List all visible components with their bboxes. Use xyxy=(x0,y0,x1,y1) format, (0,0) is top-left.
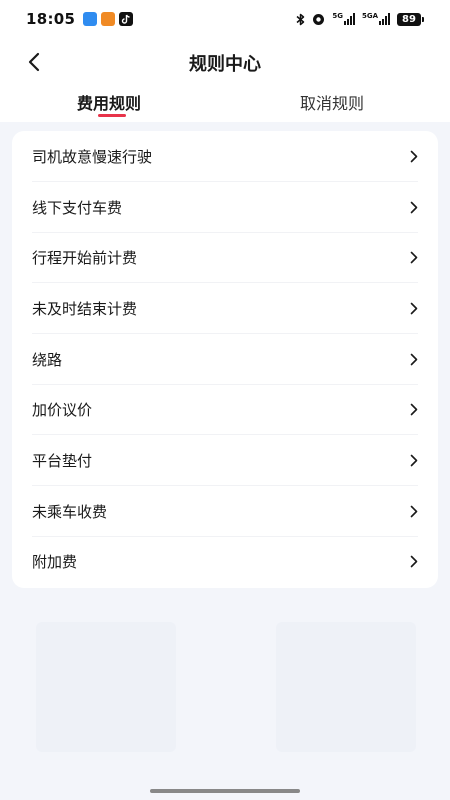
rule-item-price-negotiation[interactable]: 加价议价 xyxy=(12,384,438,435)
rule-item-late-end-billing[interactable]: 未及时结束计费 xyxy=(12,283,438,334)
tab-fee-rules[interactable]: 费用规则 xyxy=(77,90,141,114)
home-indicator[interactable] xyxy=(150,789,300,793)
chevron-right-icon xyxy=(410,150,418,163)
active-tab-indicator xyxy=(98,114,126,117)
chevron-right-icon xyxy=(410,353,418,366)
battery-icon: 89 xyxy=(397,12,421,26)
rule-item-label: 未乘车收费 xyxy=(32,503,108,521)
rule-item-label: 行程开始前计费 xyxy=(32,249,138,267)
rule-item-no-ride-charge[interactable]: 未乘车收费 xyxy=(12,486,438,537)
rule-item-label: 加价议价 xyxy=(32,401,93,419)
chevron-right-icon xyxy=(410,555,418,568)
chevron-right-icon xyxy=(410,201,418,214)
tiktok-icon xyxy=(119,12,134,26)
rule-item-label: 平台垫付 xyxy=(32,452,93,470)
tab-cancel-rules[interactable]: 取消规则 xyxy=(300,90,364,114)
tab-bar: 费用规则 取消规则 xyxy=(0,86,450,122)
chevron-right-icon xyxy=(410,403,418,416)
chevron-right-icon xyxy=(410,302,418,315)
chevron-right-icon xyxy=(410,505,418,518)
nav-bar: 规则中心 xyxy=(0,40,450,84)
battery-tip xyxy=(422,16,424,22)
rule-item-surcharge[interactable]: 附加费 xyxy=(12,536,438,587)
rule-item-platform-advance[interactable]: 平台垫付 xyxy=(12,435,438,486)
blue-app-icon xyxy=(83,12,98,26)
bluetooth-icon xyxy=(296,13,305,25)
signal-1-icon: 5G xyxy=(332,13,355,25)
chevron-right-icon xyxy=(410,251,418,264)
status-time: 18:05 xyxy=(26,10,76,28)
rule-item-pre-trip-billing[interactable]: 行程开始前计费 xyxy=(12,232,438,283)
rule-item-slow-driving[interactable]: 司机故意慢速行驶 xyxy=(12,131,438,182)
status-app-icons xyxy=(83,12,134,26)
network-type-1: 5G xyxy=(332,12,343,20)
rule-item-label: 附加费 xyxy=(32,553,78,571)
rules-list: 司机故意慢速行驶 线下支付车费 行程开始前计费 未及时结束计费 绕路 加价议价 xyxy=(12,131,438,588)
network-type-2: 5GA xyxy=(361,12,378,20)
rule-item-label: 未及时结束计费 xyxy=(32,300,138,318)
location-icon xyxy=(313,13,325,25)
rule-item-label: 绕路 xyxy=(32,351,63,369)
rule-item-label: 线下支付车费 xyxy=(32,199,123,217)
status-bar: 18:05 5G 5GA 89 xyxy=(0,0,450,38)
rule-item-label: 司机故意慢速行驶 xyxy=(32,148,153,166)
background-decoration xyxy=(36,622,176,752)
orange-app-icon xyxy=(101,12,116,26)
chevron-right-icon xyxy=(410,454,418,467)
rule-item-offline-payment[interactable]: 线下支付车费 xyxy=(12,182,438,233)
rule-item-detour[interactable]: 绕路 xyxy=(12,334,438,385)
status-indicators: 5G 5GA 89 xyxy=(296,12,424,26)
signal-2-icon: 5GA xyxy=(362,13,390,25)
background-decoration xyxy=(276,622,416,752)
page-title: 规则中心 xyxy=(189,54,261,75)
